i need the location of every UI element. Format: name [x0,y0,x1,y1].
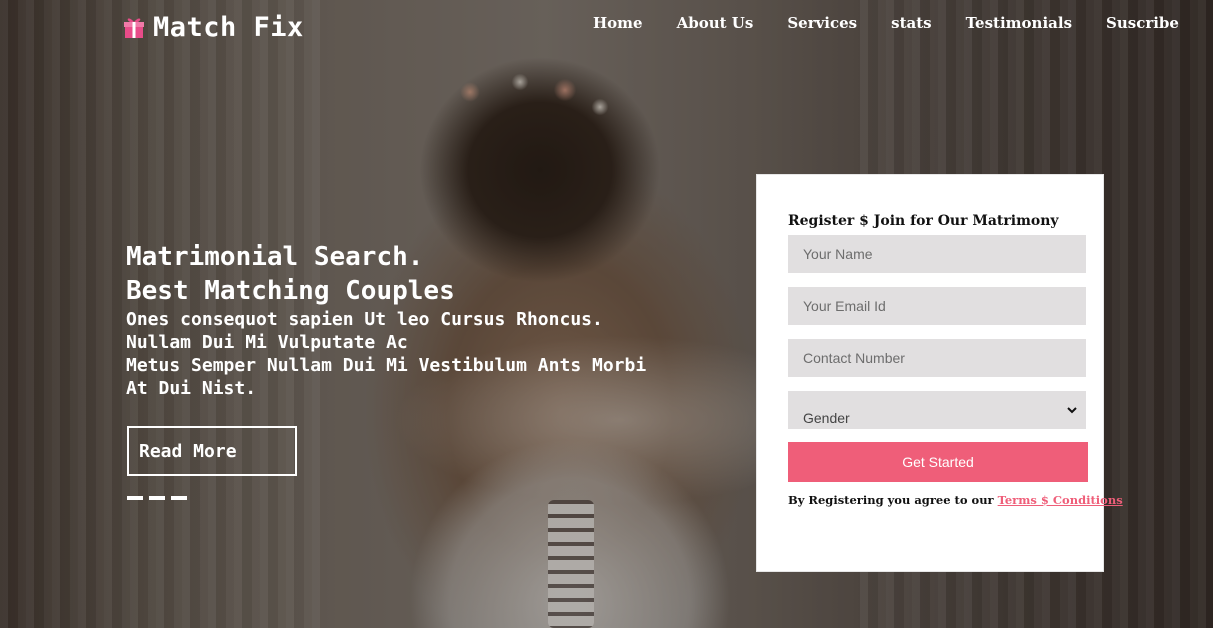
subtext-line-1: Ones consequot sapien Ut leo Cursus Rhon… [126,309,603,330]
nav-testimonials[interactable]: Testimonials [966,14,1072,32]
gender-select[interactable]: Gender [788,391,1086,429]
slider-dot-1[interactable] [127,496,143,500]
brand-name: Match Fix [153,12,304,43]
headline-line-1: Matrimonial Search. [126,242,424,272]
nav-home[interactable]: Home [593,14,643,32]
hero-headline: Matrimonial Search. Best Matching Couple… [126,240,746,400]
gender-select-value: Gender [803,410,850,426]
subtext-line-2: Nullam Dui Mi Vulputate Ac [126,332,408,353]
nav-stats[interactable]: stats [891,14,931,32]
get-started-button[interactable]: Get Started [788,442,1088,482]
slider-dot-3[interactable] [171,496,187,500]
brand-logo[interactable]: Match Fix [123,12,304,43]
read-more-button[interactable]: Read More [127,426,297,476]
gift-icon [124,18,144,38]
terms-link[interactable]: Terms $ Conditions [998,493,1123,507]
slider-dots [127,496,187,500]
nav-about-us[interactable]: About Us [677,14,754,32]
nav-subscribe[interactable]: Suscribe [1106,14,1179,32]
subtext-line-4: At Dui Nist. [126,378,257,399]
headline-line-2: Best Matching Couples [126,276,455,306]
name-input[interactable] [788,235,1086,273]
slider-dot-2[interactable] [149,496,165,500]
contact-number-input[interactable] [788,339,1086,377]
chevron-down-icon [1067,407,1077,414]
register-panel: Register $ Join for Our Matrimony Gender… [756,174,1123,572]
nav-services[interactable]: Services [787,14,857,32]
subtext-line-3: Metus Semper Nullam Dui Mi Vestibulum An… [126,355,647,376]
main-nav: Home About Us Services stats Testimonial… [593,14,1179,32]
register-title: Register $ Join for Our Matrimony [788,213,1059,229]
email-input[interactable] [788,287,1086,325]
terms-text: By Registering you agree to our Terms $ … [788,493,1123,507]
terms-prefix: By Registering you agree to our [788,493,998,507]
